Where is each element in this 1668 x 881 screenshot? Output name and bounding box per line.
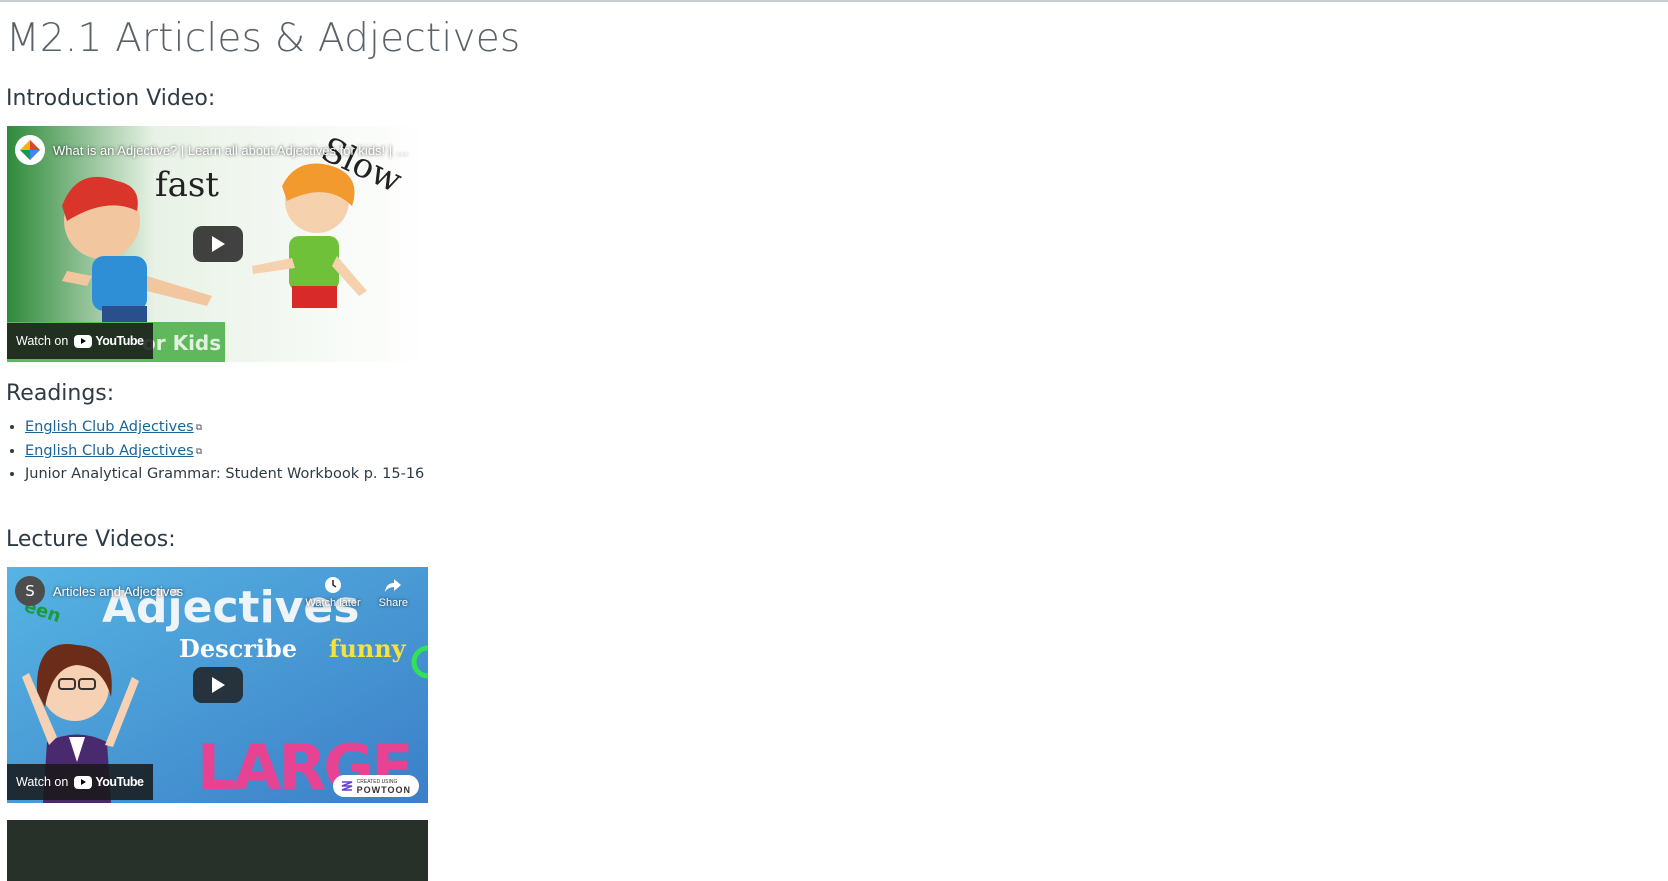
next-video-embed[interactable] [7,820,428,881]
share-icon [385,579,402,592]
watch-later-button[interactable]: Watch later [305,576,361,609]
youtube-brand-text: YouTube [95,775,144,789]
list-item: English Club Adjectives⧉ [25,440,424,464]
play-button[interactable] [192,226,243,262]
external-link-icon: ⧉ [195,446,203,457]
video-top-actions: Watch later Share [305,576,408,609]
channel-logo-icon [20,140,40,160]
reading-text: Junior Analytical Grammar: Student Workb… [25,466,425,482]
reading-link[interactable]: English Club Adjectives [25,419,194,435]
play-icon [211,236,225,252]
external-link-icon: ⧉ [195,423,203,433]
youtube-logo: YouTube [74,775,144,789]
share-label: Share [378,597,408,609]
youtube-icon [74,775,93,789]
video-title-row: What is an Adjective? | Learn all about … [15,135,409,165]
readings-list: English Club Adjectives⧉ English Club Ad… [6,416,424,486]
powtoon-text: POWTOON [356,785,411,795]
thumb-word-funny: funny [329,634,407,663]
youtube-logo: YouTube [74,334,144,348]
watch-later-label: Watch later [305,597,361,609]
play-button[interactable] [192,667,243,703]
youtube-brand-text: YouTube [95,334,144,348]
page-title: M2.1 Articles & Adjectives [6,16,521,61]
thumb-word-describe: Describe [179,634,297,663]
play-icon [211,677,225,693]
top-divider [0,0,1668,2]
watch-on-youtube-button[interactable]: Watch on YouTube [7,323,154,359]
list-item: English Club Adjectives⧉ [25,416,424,440]
channel-avatar[interactable]: S [15,576,45,606]
thumb-fast: fast [155,165,219,205]
channel-avatar[interactable] [15,135,45,165]
intro-video-embed[interactable]: fast Slow or Kids What is an Adjective? … [7,126,428,362]
youtube-icon [74,334,93,348]
thumb-kids: or Kids [142,331,221,355]
video-title[interactable]: What is an Adjective? | Learn all about … [53,143,409,158]
clock-icon [325,577,342,593]
watch-on-label: Watch on [16,334,69,348]
intro-video-heading: Introduction Video: [6,86,216,111]
video-title-row: S Articles and Adjectives [15,576,183,606]
reading-link[interactable]: English Club Adjectives [25,443,194,459]
powtoon-badge[interactable]: CREATED USING POWTOON [332,775,419,797]
watch-on-label: Watch on [16,775,69,789]
readings-heading: Readings: [6,381,115,406]
share-button[interactable]: Share [379,576,408,609]
powtoon-logo-icon [341,781,352,791]
list-item: Junior Analytical Grammar: Student Workb… [25,463,424,486]
lecture-video-embed[interactable]: Adjectives Describe funny een LARGE S Ar… [7,567,428,803]
lecture-videos-heading: Lecture Videos: [6,527,176,552]
video-title[interactable]: Articles and Adjectives [53,584,183,599]
watch-on-youtube-button[interactable]: Watch on YouTube [7,764,154,800]
